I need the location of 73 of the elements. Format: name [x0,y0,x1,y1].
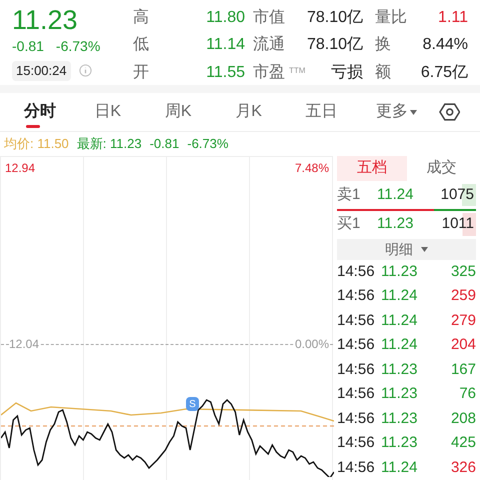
trade-price: 11.23 [381,360,418,380]
latest-percent: -6.73% [187,135,228,154]
trade-price: 11.24 [381,458,418,478]
trade-volume: 259 [450,286,476,306]
trade-volume: 204 [450,335,476,355]
trade-price: 11.23 [381,384,418,404]
trade-volume: 425 [450,433,476,453]
order-price: 11.24 [377,184,414,205]
chart-tab[interactable]: 周K [156,93,228,131]
percent-change: -6.73% [56,37,100,56]
stat-value: 11.14 [206,35,245,56]
stat-label: 低 [133,35,149,56]
latest-change: -0.81 [150,135,180,154]
trade-time: 14:56 [337,433,376,453]
chart-tab[interactable]: 月K [227,93,298,131]
stat-value: 78.10亿 [306,8,363,28]
last-price: 11.23 [12,4,79,36]
settings-icon[interactable] [438,101,460,123]
stat-value: 1.11 [438,8,468,28]
price-change: -0.81 [12,37,44,56]
trade-volume: 167 [450,360,476,380]
trade-volume: 326 [450,458,476,478]
trade-volume: 325 [450,262,476,282]
panel-tab[interactable]: 成交 [406,156,476,182]
trade-price: 11.24 [381,286,418,306]
trade-volume: 76 [459,384,476,404]
caret-icon [420,247,428,252]
trade-time: 14:56 [337,458,376,478]
stat-label: 开 [133,62,149,83]
trade-time: 14:56 [337,335,376,355]
stat-value: 8.44% [422,35,468,56]
chart-tab[interactable]: 更多 [368,93,439,131]
stat-value: 亏损 [331,62,363,83]
chart-tab[interactable]: 五日 [298,93,368,131]
stat-label: 量比 [375,8,407,28]
order-volume: 1011 [442,213,476,236]
panel-tab[interactable]: 五档 [337,156,406,182]
axis-label: 7.48% [294,160,329,177]
average-price: 均价: 11.50 [4,135,69,154]
trade-price: 11.24 [381,335,418,355]
stat-value: 11.55 [206,62,245,83]
stat-label: 市值 [253,8,285,28]
trade-volume: 208 [450,408,476,428]
axis-label: 12.94 [5,160,36,177]
detail-dropdown[interactable]: 明细 [337,238,476,260]
chart-tab[interactable]: 日K [86,93,157,131]
trade-price: 11.23 [381,433,418,453]
trade-price: 11.24 [381,310,418,330]
stat-value: 78.10亿 [306,35,363,56]
trade-time: 14:56 [337,286,376,306]
stat-label: 市盈 $^{TTM}$ [253,62,306,83]
order-side: 卖1 [337,184,362,205]
trade-price: 11.23 [381,408,418,428]
stat-label: 换 [375,35,391,56]
order-volume: 1075 [440,184,476,206]
trade-volume: 279 [450,310,476,330]
trade-time: 14:56 [337,360,376,380]
stat-value: 11.80 [206,8,245,28]
stat-label: 流通 [253,34,285,56]
stat-label: 高 [133,8,149,28]
ttm-label: TTM [289,66,306,75]
order-side: 买1 [337,214,362,234]
trade-time: 14:56 [337,310,376,330]
timestamp: 15:00:24 [12,61,71,80]
latest-price: 最新: 11.23 [76,135,142,154]
chart-tab[interactable]: 分时 [16,93,86,131]
stat-label: 额 [375,62,391,83]
trade-time: 14:56 [337,384,376,404]
trade-price: 11.23 [381,262,418,282]
stat-value: 6.75亿 [420,62,468,83]
trade-time: 14:56 [337,408,376,428]
order-price: 11.23 [377,214,414,234]
trade-time: 14:56 [337,262,376,282]
